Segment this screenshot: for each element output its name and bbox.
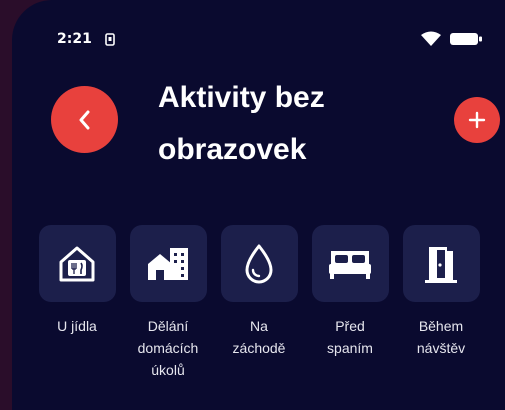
water-drop-icon xyxy=(245,244,273,283)
category-label: Dělání domácích úkolů xyxy=(137,318,199,378)
category-delani-domacich-ukolu[interactable]: Dělání domácích úkolů xyxy=(123,225,213,381)
buildings-icon xyxy=(148,247,188,280)
category-u-jidla[interactable]: U jídla xyxy=(32,225,122,337)
wifi-icon xyxy=(421,31,441,46)
battery-icon xyxy=(450,33,482,45)
page-title: Aktivity bez obrazovek xyxy=(158,81,325,166)
category-tile xyxy=(129,225,207,302)
plus-icon xyxy=(468,111,486,129)
category-tile xyxy=(311,225,389,302)
chevron-left-icon xyxy=(79,110,89,129)
category-label: Během návštěv xyxy=(416,318,466,356)
bed-icon xyxy=(329,250,371,279)
category-tile xyxy=(402,225,480,302)
category-label: Na záchodě xyxy=(232,318,286,356)
category-label: U jídla xyxy=(57,318,97,334)
category-behem-navstev[interactable]: Během návštěv xyxy=(396,225,486,359)
app-screen: 2:21 Aktivity bez obrazovek U jídla Dělá… xyxy=(12,0,505,410)
sim-card-icon xyxy=(105,33,115,46)
back-button[interactable] xyxy=(51,86,118,153)
category-tile xyxy=(220,225,298,302)
category-tile xyxy=(38,225,116,302)
category-label: Před spaním xyxy=(327,318,373,356)
status-time: 2:21 xyxy=(57,31,92,47)
category-na-zachode[interactable]: Na záchodě xyxy=(214,225,304,359)
category-pred-spanim[interactable]: Před spaním xyxy=(305,225,395,359)
add-button[interactable] xyxy=(454,97,500,143)
device-frame: 2:21 Aktivity bez obrazovek U jídla Dělá… xyxy=(0,0,505,410)
door-icon xyxy=(425,246,457,283)
house-cutlery-icon xyxy=(59,246,95,281)
